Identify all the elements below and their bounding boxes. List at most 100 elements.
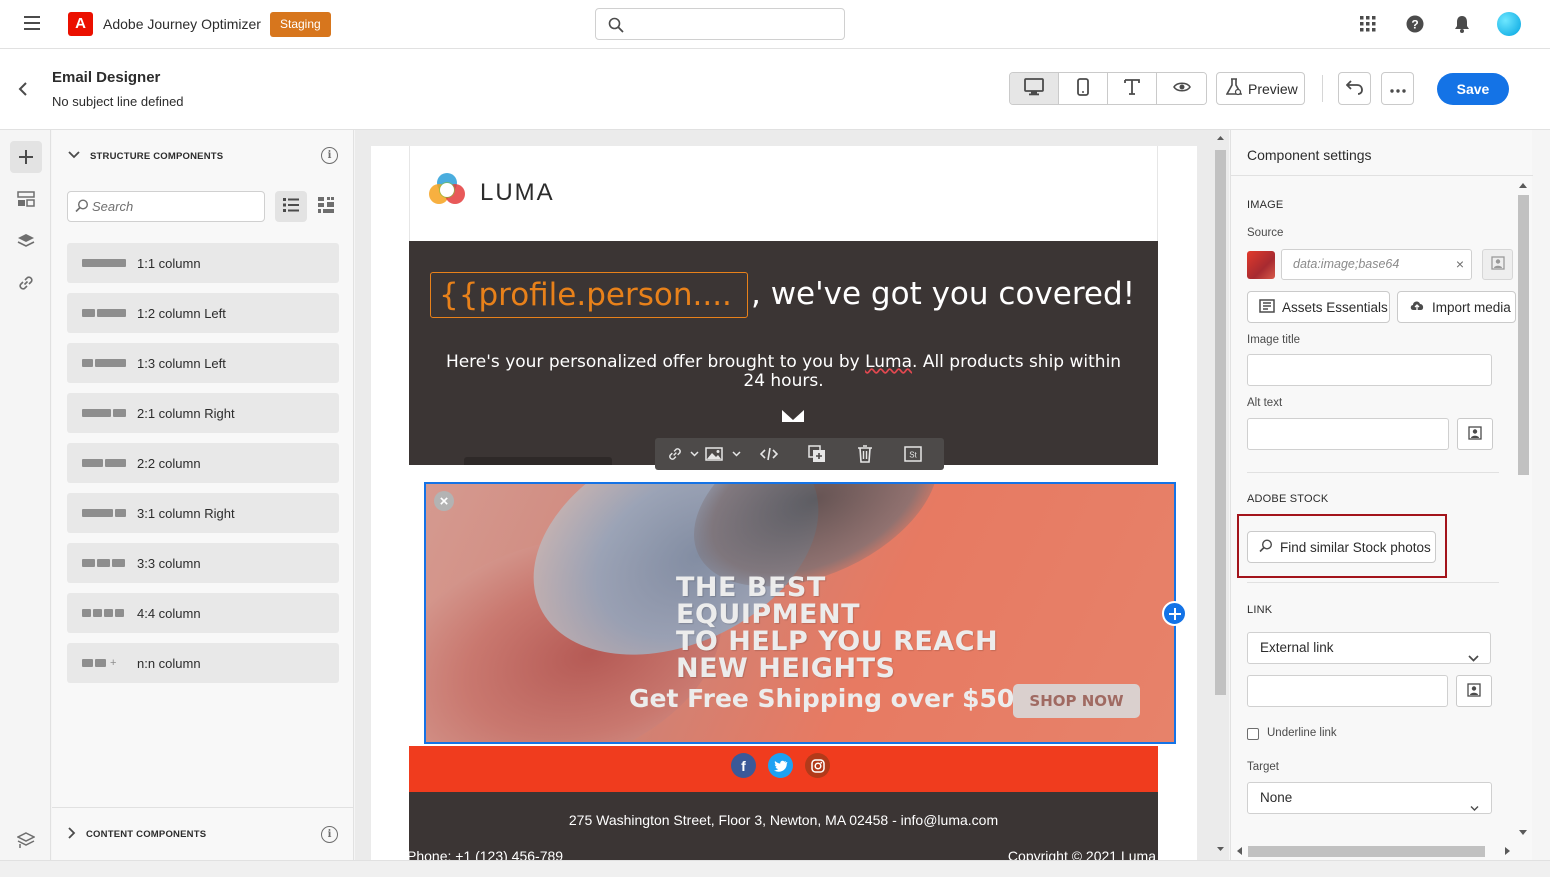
link-personalize-button[interactable] <box>1456 675 1492 707</box>
save-button[interactable]: Save <box>1437 73 1509 105</box>
link-type-select[interactable]: External link <box>1247 632 1491 664</box>
footer-copyright: Copyright © 2021 Luma <box>1007 848 1156 860</box>
hero-text-block[interactable]: {{profile.person.... , we've got you cov… <box>409 241 1158 465</box>
alt-text-personalize-button[interactable] <box>1457 418 1493 450</box>
find-similar-stock-photos-button[interactable]: Find similar Stock photos <box>1247 531 1436 563</box>
duplicate-icon[interactable] <box>793 438 841 470</box>
divider <box>1231 175 1533 176</box>
content-components-header[interactable]: CONTENT COMPONENTS <box>68 824 206 844</box>
selected-image-block[interactable]: THE BEST EQUIPMENT TO HELP YOU REACH NEW… <box>424 482 1176 744</box>
component-label: 3:3 column <box>137 555 201 571</box>
fragments-icon[interactable] <box>10 183 42 215</box>
layers-icon[interactable] <box>10 225 42 257</box>
notifications-icon[interactable] <box>1438 12 1485 36</box>
component-search-input[interactable]: Search <box>67 191 265 222</box>
desktop-view-button[interactable] <box>1010 73 1059 104</box>
add-block-icon[interactable] <box>1162 601 1187 626</box>
image-icon[interactable] <box>701 438 727 470</box>
component-1-3-column-left[interactable]: 1:3 column Left <box>67 343 339 383</box>
twitter-icon[interactable] <box>768 753 793 778</box>
source-picker-button[interactable] <box>1482 249 1513 280</box>
offer-text: Here's your personalized offer brought t… <box>439 353 1128 391</box>
luma-logo-icon <box>426 169 468 214</box>
target-label: Target <box>1247 761 1279 773</box>
delete-icon[interactable] <box>841 438 889 470</box>
code-icon[interactable] <box>745 438 793 470</box>
social-block[interactable]: f <box>409 746 1158 792</box>
link-icon[interactable] <box>10 267 42 299</box>
menu-icon[interactable] <box>24 16 40 30</box>
component-label: 2:2 column <box>137 455 201 471</box>
global-search-input[interactable] <box>595 8 845 40</box>
assets-icon <box>1259 298 1275 316</box>
target-value: None <box>1260 790 1293 805</box>
settings-layers-icon[interactable] <box>10 824 42 856</box>
grid-view-button[interactable] <box>310 191 342 222</box>
logo-block[interactable]: LUMA <box>409 146 1158 241</box>
info-icon[interactable]: i <box>321 826 338 843</box>
component-2-2-column[interactable]: 2:2 column <box>67 443 339 483</box>
clear-icon[interactable]: × <box>1456 250 1464 279</box>
underline-link-checkbox[interactable] <box>1247 728 1259 740</box>
remove-block-icon[interactable]: × <box>434 491 454 511</box>
instagram-icon[interactable] <box>805 753 830 778</box>
target-select[interactable]: None <box>1247 782 1492 814</box>
footer-address: 275 Washington Street, Floor 3, Newton, … <box>568 812 999 828</box>
email-body: LUMA {{profile.person.... , we've got yo… <box>371 146 1197 860</box>
facebook-icon[interactable]: f <box>731 753 756 778</box>
info-icon[interactable]: i <box>321 147 338 164</box>
preview-button[interactable]: Preview <box>1216 72 1305 105</box>
upload-cloud-icon <box>1409 299 1425 316</box>
link-icon[interactable] <box>663 438 687 470</box>
import-media-button[interactable]: Import media <box>1397 291 1516 323</box>
component-4-4-column[interactable]: 4:4 column <box>67 593 339 633</box>
svg-text:?: ? <box>1411 18 1418 32</box>
mobile-icon <box>1077 78 1089 99</box>
image-thumbnail <box>1247 251 1275 279</box>
personalization-token[interactable]: {{profile.person.... <box>430 272 748 318</box>
promo-headline-line: NEW HEIGHTS <box>676 653 896 684</box>
image-title-label: Image title <box>1247 334 1301 346</box>
view-mode-group <box>1009 72 1207 105</box>
list-view-button[interactable] <box>275 191 307 222</box>
add-icon[interactable] <box>10 141 42 173</box>
help-icon[interactable]: ? <box>1391 12 1438 36</box>
back-arrow-icon[interactable] <box>16 81 30 100</box>
app-title: Adobe Journey Optimizer <box>103 16 261 32</box>
assets-essentials-button[interactable]: Assets Essentials <box>1247 291 1390 323</box>
component-1-1-column[interactable]: 1:1 column <box>67 243 339 283</box>
link-url-input[interactable] <box>1247 675 1448 707</box>
mobile-view-button[interactable] <box>1059 73 1108 104</box>
component-label: 4:4 column <box>137 605 201 621</box>
component-1-2-column-left[interactable]: 1:2 column Left <box>67 293 339 333</box>
search-placeholder: Search <box>92 199 134 214</box>
component-3-1-column-right[interactable]: 3:1 column Right <box>67 493 339 533</box>
image-title-input[interactable] <box>1247 354 1492 386</box>
settings-horizontal-scrollbar[interactable] <box>1235 843 1515 860</box>
undo-button[interactable] <box>1338 72 1371 105</box>
more-options-button[interactable] <box>1381 72 1414 105</box>
adobe-stock-icon[interactable]: St <box>889 438 937 470</box>
text-view-button[interactable] <box>1108 73 1157 104</box>
structure-components-header[interactable]: STRUCTURE COMPONENTS <box>68 146 223 166</box>
search-icon <box>608 17 624 33</box>
settings-scrollbar[interactable] <box>1515 180 1531 840</box>
staging-badge: Staging <box>270 12 331 37</box>
personalization-icon <box>1467 682 1481 700</box>
content-components-title: CONTENT COMPONENTS <box>86 828 207 840</box>
source-input[interactable]: data:image;base64 × <box>1281 249 1472 280</box>
footer-block[interactable]: 275 Washington Street, Floor 3, Newton, … <box>407 792 1158 860</box>
apps-grid-icon[interactable] <box>1344 12 1391 36</box>
component-n-n-column[interactable]: + n:n column <box>67 643 339 683</box>
offer-text-start: Here's your personalized offer brought t… <box>445 352 866 372</box>
component-settings-panel: Component settings IMAGE Source data:ima… <box>1230 130 1533 860</box>
chevron-down-icon[interactable] <box>687 438 701 470</box>
avatar[interactable] <box>1485 12 1532 36</box>
component-3-3-column[interactable]: 3:3 column <box>67 543 339 583</box>
chevron-down-icon[interactable] <box>727 438 745 470</box>
component-2-1-column-right[interactable]: 2:1 column Right <box>67 393 339 433</box>
canvas-scrollbar[interactable] <box>1212 130 1229 860</box>
alt-text-input[interactable] <box>1247 418 1449 450</box>
preview-mode-button[interactable] <box>1157 73 1206 104</box>
component-label: 3:1 column Right <box>137 505 235 521</box>
